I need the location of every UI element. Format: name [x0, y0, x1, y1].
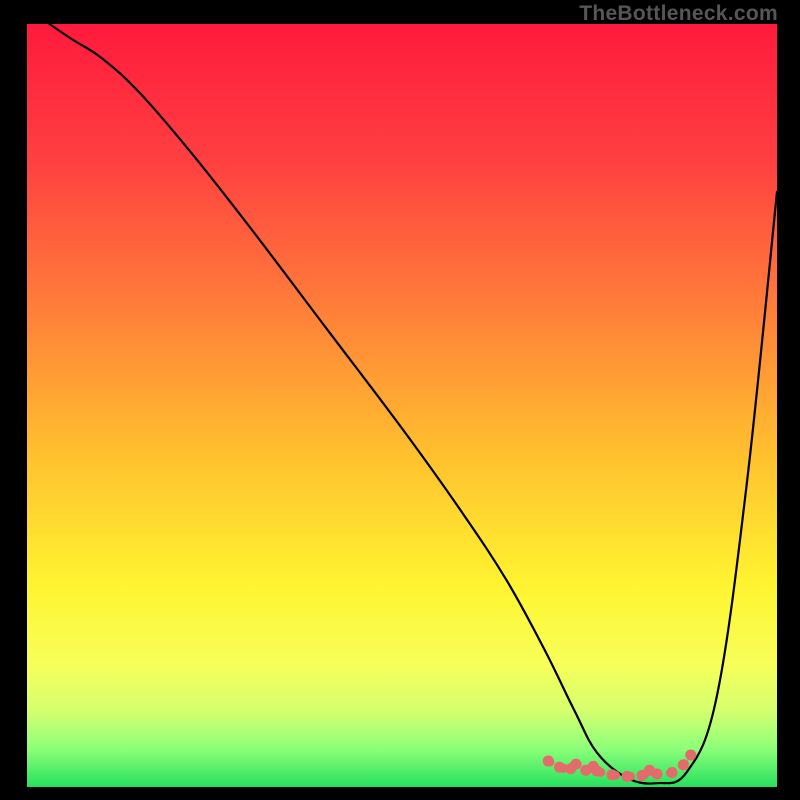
watermark-text: TheBottleneck.com [579, 2, 778, 26]
chart-frame: TheBottleneck.com [0, 0, 800, 800]
chart-plot-area [27, 24, 777, 787]
chart-svg [27, 24, 777, 787]
gradient-background [27, 24, 777, 787]
